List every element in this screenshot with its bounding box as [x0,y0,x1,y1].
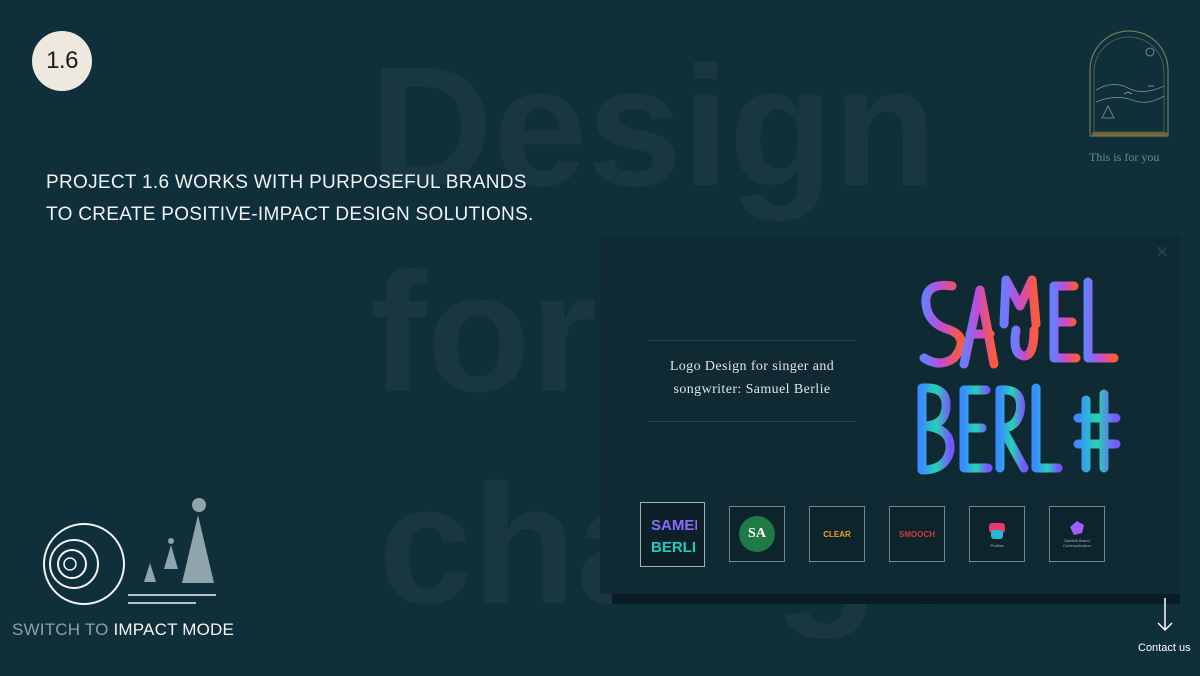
thumbnail-clear[interactable]: CLEAR [809,506,865,562]
switch-impact-mode-button[interactable]: SWITCH TO IMPACT MODE [12,620,234,640]
thumbnail-sa[interactable]: SA [729,506,785,562]
tagline: PROJECT 1.6 WORKS WITH PURPOSEFUL BRANDS… [46,167,534,231]
close-icon[interactable]: × [1152,241,1172,263]
impact-mode-icon[interactable] [42,497,222,607]
brand-logo-text: 1.6 [46,47,78,74]
profiles-thumb-text: Profiles [990,542,1004,548]
profiles-thumb-icon [989,522,1005,539]
thumbnail-daniela-brand[interactable]: Daniela Brand Communication [1049,506,1105,562]
tagline-line-1: PROJECT 1.6 WORKS WITH PURPOSEFUL BRANDS [46,172,527,193]
arch-landscape-icon[interactable] [1088,30,1170,138]
svg-text:SAMEL: SAMEL [651,517,697,534]
project-thumbnails: SAMEL BERLIE SA CLEAR SMOOCH Profiles [640,502,1105,567]
daniela-brand-thumb-text: Daniela Brand Communication [1063,538,1091,548]
tagline-line-2: TO CREATE POSITIVE-IMPACT DESIGN SOLUTIO… [46,204,534,225]
thumbnail-smooch[interactable]: SMOOCH [889,506,945,562]
svg-text:BERLIE: BERLIE [651,539,697,556]
description-line-2: songwriter: Samuel Berlie [673,382,831,397]
samuel-berlie-thumb-icon: SAMEL BERLIE [651,517,697,556]
contact-us-link[interactable]: Contact us [1138,642,1191,654]
project-description: Logo Design for singer and songwriter: S… [648,340,856,422]
smooch-thumb-text: SMOOCH [899,529,935,539]
arrow-down-icon[interactable] [1155,596,1175,636]
description-line-1: Logo Design for singer and [669,359,835,374]
thumbnail-samuel-berlie[interactable]: SAMEL BERLIE [640,502,705,567]
sa-thumb-text: SA [748,526,766,541]
thumbnail-profiles[interactable]: Profiles [969,506,1025,562]
clear-thumb-text: CLEAR [823,529,851,539]
samuel-berlie-hero-logo [917,275,1121,475]
impact-prefix: SWITCH TO [12,620,109,639]
background-word-for: for [370,248,597,418]
impact-highlight: IMPACT MODE [113,620,235,639]
brand-logo[interactable]: 1.6 [32,31,92,91]
daniela-brand-thumb-icon [1070,521,1084,535]
arch-badge-label: This is for you [1089,150,1160,164]
project-modal: × Logo Design for singer and songwriter:… [600,236,1180,594]
